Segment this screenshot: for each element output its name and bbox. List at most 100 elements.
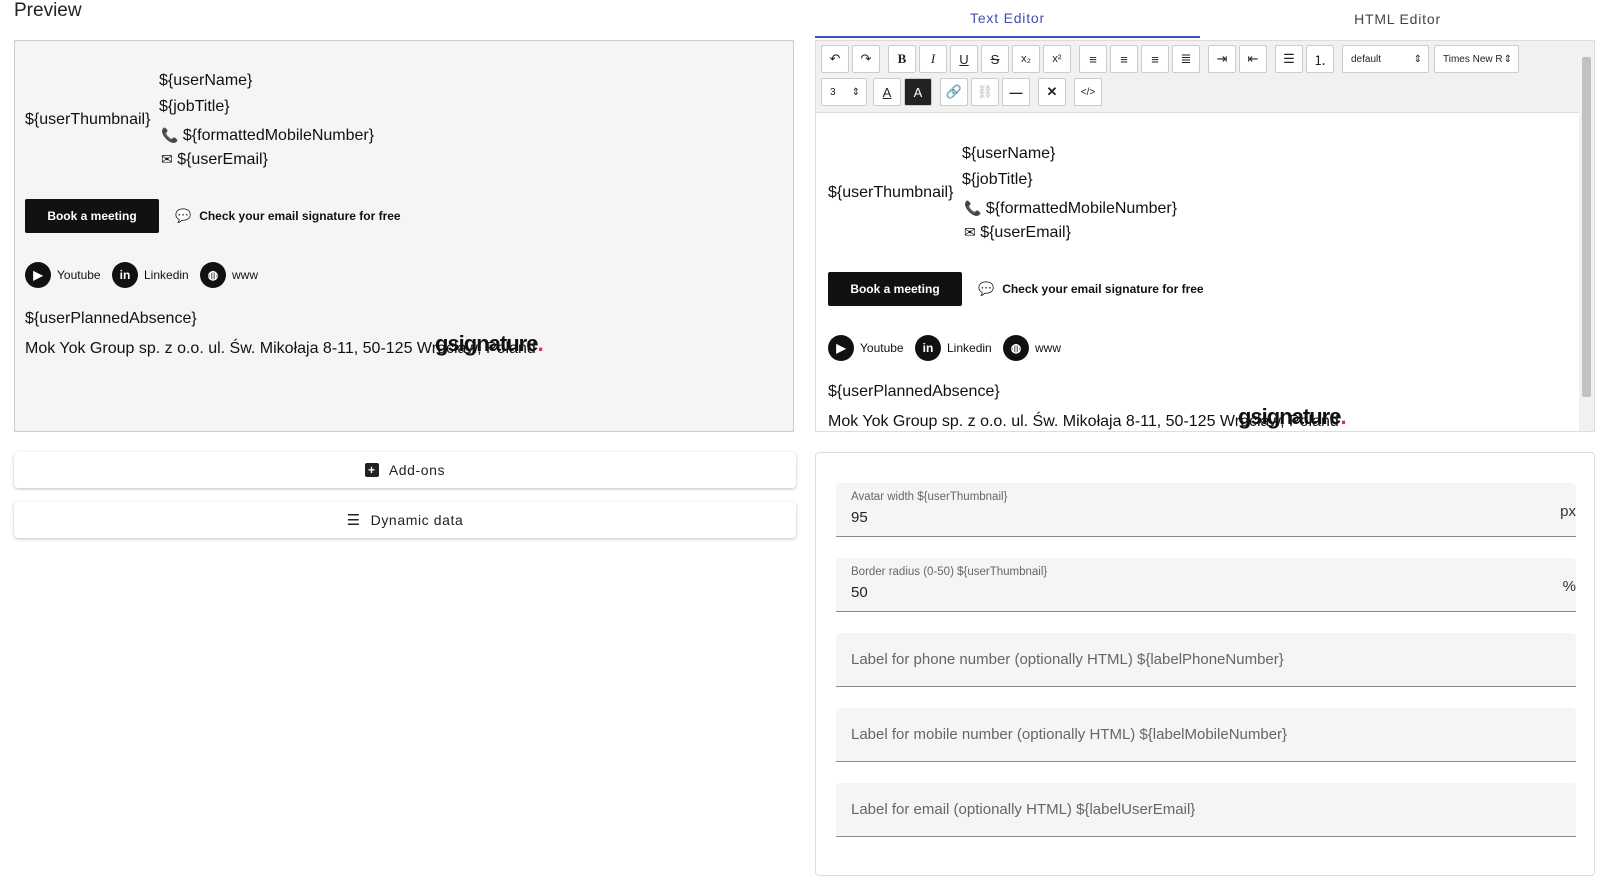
scrollbar-thumb[interactable] bbox=[1582, 57, 1591, 397]
logo-text: gsignature bbox=[435, 331, 538, 356]
border-radius-label: Border radius (0-50) ${userThumbnail} bbox=[851, 566, 1048, 578]
bold-icon[interactable]: B bbox=[888, 45, 916, 73]
indent-icon[interactable]: ⇥ bbox=[1208, 45, 1236, 73]
label-phone-placeholder: Label for phone number (optionally HTML)… bbox=[851, 651, 1284, 668]
tab-text-editor[interactable]: Text Editor bbox=[815, 0, 1200, 38]
social-label: www bbox=[1035, 341, 1061, 355]
mail-icon: ✉ bbox=[964, 224, 976, 240]
strikethrough-icon[interactable]: S bbox=[981, 45, 1009, 73]
size-select-value: 3 bbox=[830, 86, 836, 98]
youtube-icon: ▶ bbox=[828, 335, 854, 361]
chat-icon: 💬 bbox=[978, 281, 995, 296]
phone-row: 📞 ${formattedMobileNumber} bbox=[161, 127, 374, 145]
border-radius-field[interactable]: Border radius (0-50) ${userThumbnail} 50… bbox=[836, 558, 1576, 612]
linkedin-icon: in bbox=[915, 335, 941, 361]
italic-icon[interactable]: I bbox=[919, 45, 947, 73]
planned-absence: ${userPlannedAbsence} bbox=[828, 383, 1000, 400]
gsignature-logo: gsignature. bbox=[435, 331, 544, 356]
numbered-list-icon[interactable]: ⒈ bbox=[1306, 45, 1334, 73]
check-signature-label: Check your email signature for free bbox=[199, 209, 401, 223]
font-color-icon[interactable]: A bbox=[873, 78, 901, 106]
check-signature-link[interactable]: 💬 Check your email signature for free bbox=[978, 281, 1204, 297]
redo-icon[interactable]: ↷ bbox=[852, 45, 880, 73]
social-label: www bbox=[232, 268, 258, 282]
phone-icon: 📞 bbox=[964, 200, 982, 216]
social-youtube[interactable]: ▶ Youtube bbox=[25, 262, 101, 288]
avatar-width-label: Avatar width ${userThumbnail} bbox=[851, 491, 1008, 503]
phone-value: ${formattedMobileNumber} bbox=[985, 200, 1178, 217]
social-linkedin[interactable]: in Linkedin bbox=[112, 262, 189, 288]
border-radius-value[interactable]: 50 bbox=[851, 584, 868, 601]
label-mobile-field[interactable]: Label for mobile number (optionally HTML… bbox=[836, 708, 1576, 762]
align-justify-icon[interactable]: ≣ bbox=[1172, 45, 1200, 73]
code-view-icon[interactable]: </> bbox=[1074, 78, 1102, 106]
align-right-icon[interactable]: ≡ bbox=[1141, 45, 1169, 73]
check-signature-link[interactable]: 💬 Check your email signature for free bbox=[175, 208, 401, 224]
select-arrows-icon: ⇕ bbox=[851, 86, 860, 98]
job-title: ${jobTitle} bbox=[159, 98, 230, 115]
editor-canvas[interactable]: ${userThumbnail} ${userName} ${jobTitle}… bbox=[816, 119, 1581, 431]
label-phone-field[interactable]: Label for phone number (optionally HTML)… bbox=[836, 633, 1576, 687]
undo-icon[interactable]: ↶ bbox=[821, 45, 849, 73]
font-select[interactable]: Times New R ⇕ bbox=[1434, 45, 1519, 73]
label-mobile-placeholder: Label for mobile number (optionally HTML… bbox=[851, 726, 1288, 743]
rich-text-editor[interactable]: ↶ ↷ B I U S x₂ x² ≡ ≡ ≡ ≣ ⇥ ⇤ ☰ ⒈ defaul… bbox=[815, 40, 1595, 432]
user-thumbnail: ${userThumbnail} bbox=[25, 111, 151, 128]
tab-html-editor[interactable]: HTML Editor bbox=[1200, 0, 1595, 38]
social-label: Youtube bbox=[860, 341, 904, 355]
youtube-icon: ▶ bbox=[25, 262, 51, 288]
phone-value: ${formattedMobileNumber} bbox=[182, 127, 375, 144]
chat-icon: 💬 bbox=[175, 208, 192, 223]
dynamic-data-label: Dynamic data bbox=[370, 512, 464, 528]
check-signature-label: Check your email signature for free bbox=[1002, 282, 1204, 296]
dynamic-data-button[interactable]: ☰ Dynamic data bbox=[14, 502, 796, 538]
link-icon[interactable]: 🔗 bbox=[940, 78, 968, 106]
underline-icon[interactable]: U bbox=[950, 45, 978, 73]
avatar-width-value[interactable]: 95 bbox=[851, 509, 868, 526]
social-youtube[interactable]: ▶ Youtube bbox=[828, 335, 904, 361]
label-email-field[interactable]: Label for email (optionally HTML) ${labe… bbox=[836, 783, 1576, 837]
format-select[interactable]: default ⇕ bbox=[1342, 45, 1429, 73]
select-arrows-icon: ⇕ bbox=[1413, 53, 1422, 65]
social-label: Linkedin bbox=[947, 341, 992, 355]
user-name: ${userName} bbox=[962, 145, 1056, 162]
plus-box-icon: + bbox=[364, 463, 379, 477]
unlink-icon[interactable]: ⛓ bbox=[971, 78, 999, 106]
phone-icon: 📞 bbox=[161, 127, 179, 143]
social-www[interactable]: ◍ www bbox=[1003, 335, 1061, 361]
editor-scrollbar[interactable] bbox=[1579, 41, 1594, 431]
logo-text: gsignature bbox=[1238, 404, 1341, 429]
social-label: Linkedin bbox=[144, 268, 189, 282]
align-center-icon[interactable]: ≡ bbox=[1110, 45, 1138, 73]
size-select[interactable]: 3 ⇕ bbox=[821, 78, 867, 106]
avatar-width-field[interactable]: Avatar width ${userThumbnail} 95 px bbox=[836, 483, 1576, 537]
addons-label: Add-ons bbox=[388, 462, 446, 478]
book-meeting-button[interactable]: Book a meeting bbox=[25, 199, 159, 233]
clear-format-icon[interactable]: ✕ bbox=[1038, 78, 1066, 106]
editor-toolbar: ↶ ↷ B I U S x₂ x² ≡ ≡ ≡ ≣ ⇥ ⇤ ☰ ⒈ defaul… bbox=[816, 41, 1581, 113]
avatar-width-suffix: px bbox=[1560, 503, 1576, 520]
email-value: ${userEmail} bbox=[980, 224, 1071, 241]
addons-button[interactable]: + Add-ons bbox=[14, 452, 796, 488]
signature-preview: ${userThumbnail} ${userName} ${jobTitle}… bbox=[14, 40, 794, 432]
job-title: ${jobTitle} bbox=[962, 171, 1033, 188]
globe-icon: ◍ bbox=[1003, 335, 1029, 361]
book-meeting-button[interactable]: Book a meeting bbox=[828, 272, 962, 306]
social-www[interactable]: ◍ www bbox=[200, 262, 258, 288]
highlight-color-icon[interactable]: A bbox=[904, 78, 932, 106]
outdent-icon[interactable]: ⇤ bbox=[1239, 45, 1267, 73]
gsignature-logo: gsignature. bbox=[1238, 404, 1347, 429]
subscript-icon[interactable]: x₂ bbox=[1012, 45, 1040, 73]
label-email-placeholder: Label for email (optionally HTML) ${labe… bbox=[851, 801, 1196, 818]
horizontal-rule-icon[interactable]: — bbox=[1002, 78, 1030, 106]
settings-form: Avatar width ${userThumbnail} 95 px Bord… bbox=[815, 452, 1595, 876]
font-select-value: Times New R bbox=[1443, 53, 1503, 65]
border-radius-suffix: % bbox=[1562, 578, 1576, 595]
select-arrows-icon: ⇕ bbox=[1503, 53, 1512, 65]
align-left-icon[interactable]: ≡ bbox=[1079, 45, 1107, 73]
mail-icon: ✉ bbox=[161, 151, 173, 167]
superscript-icon[interactable]: x² bbox=[1043, 45, 1071, 73]
bullet-list-icon[interactable]: ☰ bbox=[1275, 45, 1303, 73]
social-linkedin[interactable]: in Linkedin bbox=[915, 335, 992, 361]
email-row: ✉ ${userEmail} bbox=[964, 224, 1071, 242]
